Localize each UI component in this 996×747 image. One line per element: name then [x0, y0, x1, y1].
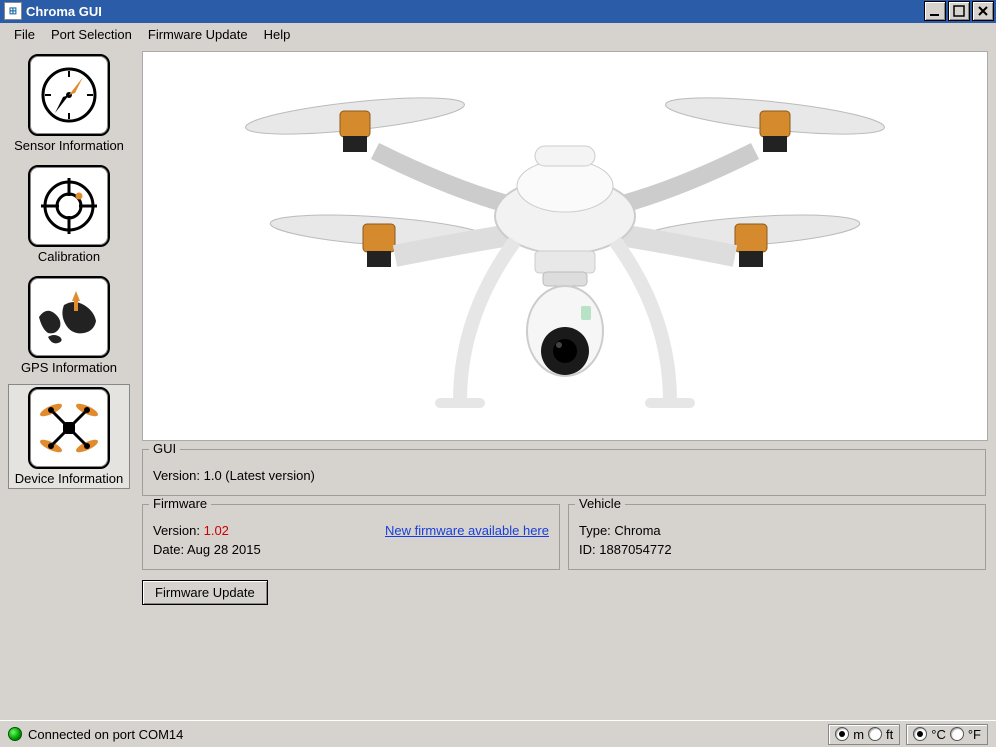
value: 1.0 (Latest version) [204, 468, 315, 483]
sidebar: Sensor Information Calibration [0, 45, 142, 722]
group-legend: GUI [149, 441, 180, 456]
radio-ft[interactable] [868, 727, 882, 741]
statusbar: Connected on port COM14 m ft °C °F [0, 720, 996, 747]
sidebar-item-label: GPS Information [11, 360, 127, 375]
label: Date: [153, 542, 184, 557]
status-text: Connected on port COM14 [28, 727, 183, 742]
minimize-icon [929, 5, 941, 17]
unit-c-label: °C [931, 727, 946, 742]
sidebar-item-label: Calibration [11, 249, 127, 264]
firmware-link[interactable]: New firmware available here [385, 523, 549, 538]
firmware-version: Version: 1.02 [153, 523, 229, 538]
gui-group: GUI Version: 1.0 (Latest version) [142, 449, 986, 496]
label: Type: [579, 523, 611, 538]
maximize-icon [953, 5, 965, 17]
distance-unit-selector: m ft [828, 724, 900, 745]
firmware-group: Firmware Version: 1.02 New firmware avai… [142, 504, 560, 570]
app-icon: ⊞ [4, 2, 22, 20]
value: 1.02 [204, 523, 229, 538]
sidebar-item-label: Device Information [11, 471, 127, 486]
label: Version: [153, 523, 200, 538]
unit-m-label: m [853, 727, 864, 742]
minimize-button[interactable] [924, 1, 946, 21]
drone-icon [28, 387, 110, 469]
value: Aug 28 2015 [187, 542, 261, 557]
label: ID: [579, 542, 596, 557]
close-icon [977, 5, 989, 17]
maximize-button[interactable] [948, 1, 970, 21]
compass-icon [28, 54, 110, 136]
main-panel: GUI Version: 1.0 (Latest version) Firmwa… [142, 45, 996, 722]
menu-firmware-update[interactable]: Firmware Update [140, 25, 256, 44]
globe-icon [28, 276, 110, 358]
sidebar-device-information[interactable]: Device Information [8, 384, 130, 489]
menu-port-selection[interactable]: Port Selection [43, 25, 140, 44]
value: Chroma [614, 523, 660, 538]
vehicle-group: Vehicle Type: Chroma ID: 1887054772 [568, 504, 986, 570]
label: Version: [153, 468, 200, 483]
radio-m[interactable] [835, 727, 849, 741]
drone-image [142, 51, 988, 441]
unit-f-label: °F [968, 727, 981, 742]
firmware-update-button[interactable]: Firmware Update [142, 580, 268, 605]
radio-c[interactable] [913, 727, 927, 741]
firmware-date: Date: Aug 28 2015 [153, 542, 549, 557]
group-legend: Vehicle [575, 496, 625, 511]
value: 1887054772 [599, 542, 671, 557]
titlebar: ⊞ Chroma GUI [0, 0, 996, 23]
close-button[interactable] [972, 1, 994, 21]
window-title: Chroma GUI [26, 4, 922, 19]
menubar: File Port Selection Firmware Update Help [0, 23, 996, 45]
unit-ft-label: ft [886, 727, 893, 742]
connection-led-icon [8, 727, 22, 741]
group-legend: Firmware [149, 496, 211, 511]
vehicle-id: ID: 1887054772 [579, 542, 975, 557]
sidebar-gps-information[interactable]: GPS Information [8, 273, 130, 378]
vehicle-type: Type: Chroma [579, 523, 975, 538]
sidebar-sensor-information[interactable]: Sensor Information [8, 51, 130, 156]
target-icon [28, 165, 110, 247]
menu-help[interactable]: Help [256, 25, 299, 44]
sidebar-item-label: Sensor Information [11, 138, 127, 153]
radio-f[interactable] [950, 727, 964, 741]
sidebar-calibration[interactable]: Calibration [8, 162, 130, 267]
temperature-unit-selector: °C °F [906, 724, 988, 745]
gui-version: Version: 1.0 (Latest version) [153, 468, 975, 483]
menu-file[interactable]: File [6, 25, 43, 44]
